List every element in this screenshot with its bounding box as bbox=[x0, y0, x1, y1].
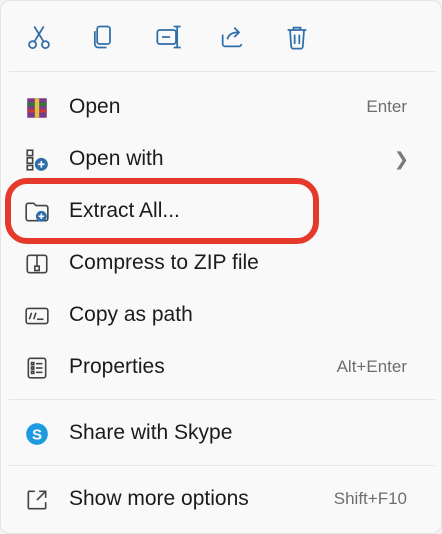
menu-item-label: Share with Skype bbox=[69, 421, 233, 444]
skype-icon: S bbox=[23, 420, 51, 448]
separator bbox=[9, 399, 435, 400]
properties-icon bbox=[23, 354, 51, 382]
menu-item-label: Open with bbox=[69, 147, 164, 170]
menu-item-show-more-options[interactable]: Show more options Shift+F10 bbox=[7, 475, 437, 523]
menu-item-accelerator: Alt+Enter bbox=[336, 357, 407, 376]
menu-item-label: Extract All... bbox=[69, 199, 180, 222]
menu-item-properties[interactable]: Properties Alt+Enter bbox=[7, 343, 437, 391]
menu-item-accelerator: Shift+F10 bbox=[333, 489, 407, 508]
svg-text:S: S bbox=[32, 426, 42, 443]
cut-button[interactable] bbox=[21, 19, 57, 55]
show-more-icon bbox=[23, 486, 51, 514]
open-with-icon bbox=[23, 146, 51, 174]
separator bbox=[9, 71, 435, 72]
separator bbox=[9, 465, 435, 466]
share-icon bbox=[221, 27, 243, 48]
extract-folder-icon bbox=[23, 198, 51, 226]
rename-icon bbox=[156, 25, 181, 49]
menu-item-share-with-skype[interactable]: S Share with Skype bbox=[7, 409, 437, 457]
delete-icon bbox=[287, 26, 307, 50]
menu-item-label: Compress to ZIP file bbox=[69, 251, 259, 274]
menu-item-extract-all[interactable]: Extract All... bbox=[7, 187, 437, 235]
menu-item-copy-as-path[interactable]: Copy as path bbox=[7, 291, 437, 339]
menu-item-open-with[interactable]: Open with ❯ bbox=[7, 135, 437, 183]
chevron-right-icon: ❯ bbox=[393, 149, 409, 169]
copy-button[interactable] bbox=[85, 19, 121, 55]
menu-item-open[interactable]: Open Enter bbox=[7, 83, 437, 131]
winrar-icon bbox=[23, 94, 51, 122]
menu-item-label: Copy as path bbox=[69, 303, 193, 326]
menu-item-compress-zip[interactable]: Compress to ZIP file bbox=[7, 239, 437, 287]
copy-path-icon bbox=[23, 302, 51, 330]
zip-icon bbox=[23, 250, 51, 278]
menu-item-accelerator: Enter bbox=[366, 97, 407, 116]
context-menu-toolbar bbox=[1, 1, 442, 71]
delete-button[interactable] bbox=[279, 19, 315, 55]
cut-icon bbox=[28, 26, 50, 49]
rename-button[interactable] bbox=[151, 19, 187, 55]
share-button[interactable] bbox=[214, 19, 250, 55]
menu-item-label: Show more options bbox=[69, 487, 249, 510]
context-menu: Open Enter Open with ❯ Extract All... Co… bbox=[0, 0, 442, 534]
menu-item-label: Open bbox=[69, 95, 121, 118]
menu-item-label: Properties bbox=[69, 355, 165, 378]
copy-icon bbox=[93, 25, 111, 49]
